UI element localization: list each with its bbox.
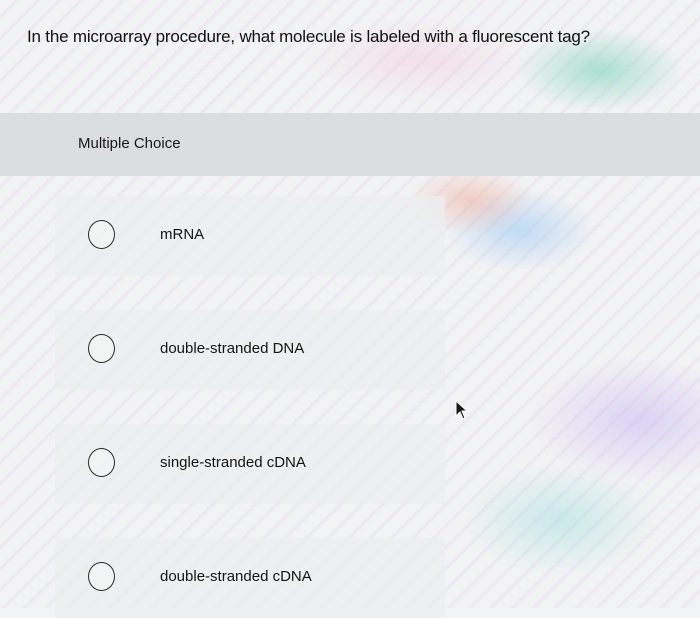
- answer-option-double-stranded-cdna[interactable]: double-stranded cDNA: [55, 538, 445, 618]
- radio-button[interactable]: [88, 334, 115, 363]
- option-label: double-stranded cDNA: [160, 568, 312, 585]
- radio-button[interactable]: [88, 448, 115, 477]
- mouse-pointer-icon: [455, 400, 469, 420]
- answer-option-double-stranded-dna[interactable]: double-stranded DNA: [55, 310, 445, 390]
- screen-glare: [0, 0, 700, 608]
- answer-option-mrna[interactable]: mRNA: [55, 196, 445, 276]
- section-title: Multiple Choice: [78, 135, 181, 152]
- multiple-choice-header: Multiple Choice: [0, 113, 700, 176]
- option-label: single-stranded cDNA: [160, 454, 306, 471]
- radio-button[interactable]: [88, 220, 115, 249]
- question-text: In the microarray procedure, what molecu…: [27, 27, 590, 46]
- option-label: double-stranded DNA: [160, 340, 305, 357]
- radio-button[interactable]: [88, 562, 115, 591]
- answer-option-single-stranded-cdna[interactable]: single-stranded cDNA: [55, 424, 445, 504]
- option-label: mRNA: [160, 226, 205, 243]
